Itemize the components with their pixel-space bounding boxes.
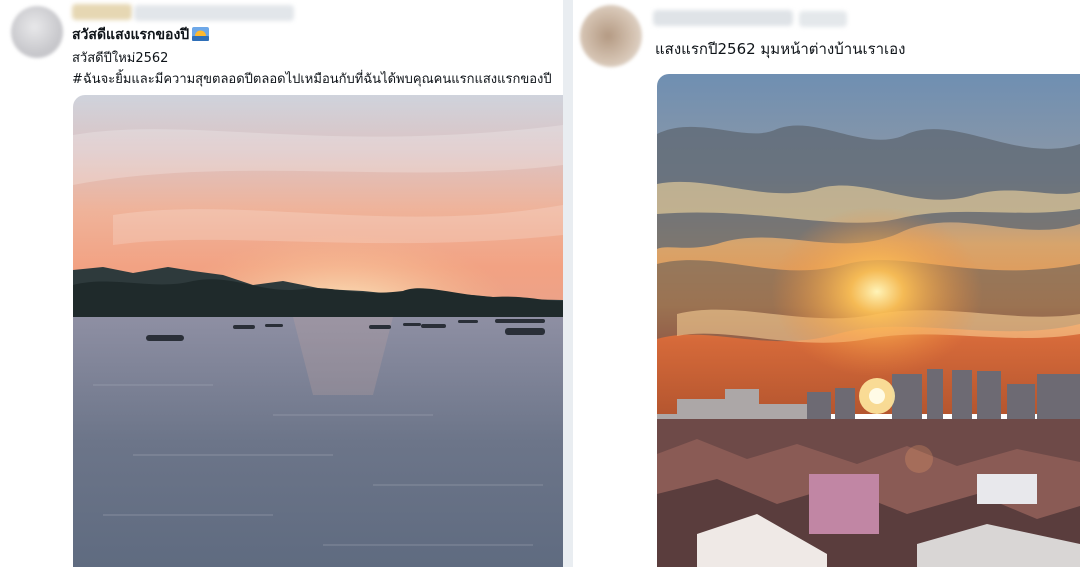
- left-post-line2: สวัสดีปีใหม่2562: [72, 51, 169, 66]
- left-avatar[interactable]: [11, 6, 63, 58]
- left-author-name[interactable]: [72, 4, 132, 20]
- left-author-handle: [134, 5, 294, 21]
- right-author-name[interactable]: [653, 10, 793, 26]
- left-post-photo[interactable]: [73, 95, 563, 567]
- left-post: สวัสดีแสงแรกของปี สวัสดีปีใหม่2562 #ฉันจ…: [0, 0, 563, 567]
- right-post-text: แสงแรกปี2562 มุมหน้าต่างบ้านเราเอง: [655, 40, 906, 58]
- left-post-title-text: สวัสดีแสงแรกของปี: [72, 27, 190, 43]
- right-author-handle: [799, 11, 847, 27]
- left-post-title: สวัสดีแสงแรกของปี: [72, 24, 210, 46]
- right-post-photo[interactable]: [657, 74, 1080, 567]
- sunrise-emoji-icon: [192, 27, 210, 41]
- column-divider: [563, 0, 573, 567]
- right-avatar[interactable]: [580, 5, 642, 67]
- right-post: แสงแรกปี2562 มุมหน้าต่างบ้านเราเอง: [573, 0, 1080, 567]
- left-post-hashtag[interactable]: #ฉันจะยิ้มและมีความสุขตลอดปีตลอดไปเหมือน…: [72, 68, 552, 89]
